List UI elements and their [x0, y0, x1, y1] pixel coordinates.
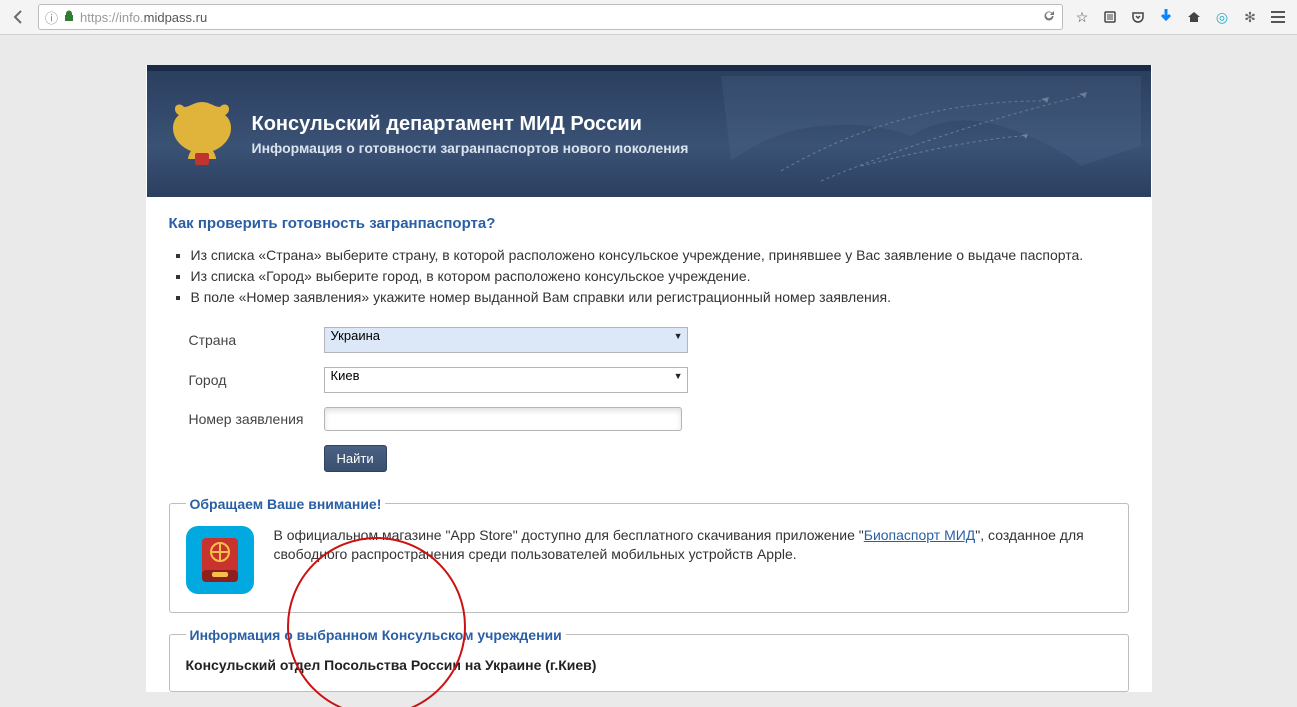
instructions-list: Из списка «Страна» выберите страну, в ко…: [169, 246, 1129, 307]
lock-icon: [64, 10, 74, 25]
find-button[interactable]: Найти: [324, 445, 387, 472]
country-label: Страна: [189, 332, 324, 348]
address-bar[interactable]: ⓘ https://info.midpass.ru: [38, 4, 1063, 30]
home-icon[interactable]: [1185, 8, 1203, 26]
app-store-icon: [186, 526, 254, 594]
notice-legend: Обращаем Ваше внимание!: [186, 496, 386, 512]
city-value: Киев: [331, 368, 360, 383]
browser-toolbar: ⓘ https://info.midpass.ru ☆ ◎ ✻: [0, 0, 1297, 35]
pocket-icon[interactable]: [1129, 8, 1147, 26]
instruction-item: В поле «Номер заявления» укажите номер в…: [191, 288, 1129, 307]
page-container: Консульский департамент МИД России Инфор…: [146, 65, 1152, 692]
find-button-label: Найти: [337, 451, 374, 466]
url-text: https://info.midpass.ru: [80, 10, 207, 25]
notice-text-before: В официальном магазине "App Store" досту…: [274, 527, 864, 543]
menu-button[interactable]: [1269, 8, 1287, 26]
check-heading: Как проверить готовность загранпаспорта?: [169, 215, 1129, 232]
application-number-label: Номер заявления: [189, 411, 324, 427]
city-label: Город: [189, 372, 324, 388]
city-select[interactable]: Киев: [324, 367, 688, 393]
toolbar-icons: ☆ ◎ ✻: [1069, 8, 1291, 26]
instruction-item: Из списка «Город» выберите город, в кото…: [191, 267, 1129, 286]
page-header: Консульский департамент МИД России Инфор…: [147, 71, 1151, 197]
consulate-name: Консульский отдел Посольства России на У…: [186, 657, 1112, 673]
page-title: Консульский департамент МИД России: [252, 113, 689, 136]
notice-fieldset: Обращаем Ваше внимание! В офиц: [169, 496, 1129, 613]
consulate-fieldset: Информация о выбранном Консульском учреж…: [169, 627, 1129, 692]
app-link[interactable]: Биопаспорт МИД: [864, 527, 976, 543]
search-form: Страна Украина Город Киев Номер заявлени…: [189, 327, 1129, 472]
back-button[interactable]: [6, 4, 32, 30]
viewport: Консульский департамент МИД России Инфор…: [0, 35, 1297, 707]
country-value: Украина: [331, 328, 381, 343]
application-number-input[interactable]: [324, 407, 682, 431]
adblock-icon[interactable]: ◎: [1213, 8, 1231, 26]
reload-icon[interactable]: [1042, 9, 1056, 26]
map-decoration: [721, 71, 1151, 197]
notice-text: В официальном магазине "App Store" досту…: [274, 526, 1112, 564]
info-icon: ⓘ: [45, 8, 58, 27]
library-icon[interactable]: [1101, 8, 1119, 26]
country-select[interactable]: Украина: [324, 327, 688, 353]
consulate-legend: Информация о выбранном Консульском учреж…: [186, 627, 566, 643]
download-icon[interactable]: [1157, 8, 1175, 26]
settings-icon[interactable]: ✻: [1241, 8, 1259, 26]
star-icon[interactable]: ☆: [1073, 8, 1091, 26]
instruction-item: Из списка «Страна» выберите страну, в ко…: [191, 246, 1129, 265]
page-subtitle: Информация о готовности загранпаспортов …: [252, 140, 689, 156]
coat-of-arms-icon: [167, 97, 237, 172]
